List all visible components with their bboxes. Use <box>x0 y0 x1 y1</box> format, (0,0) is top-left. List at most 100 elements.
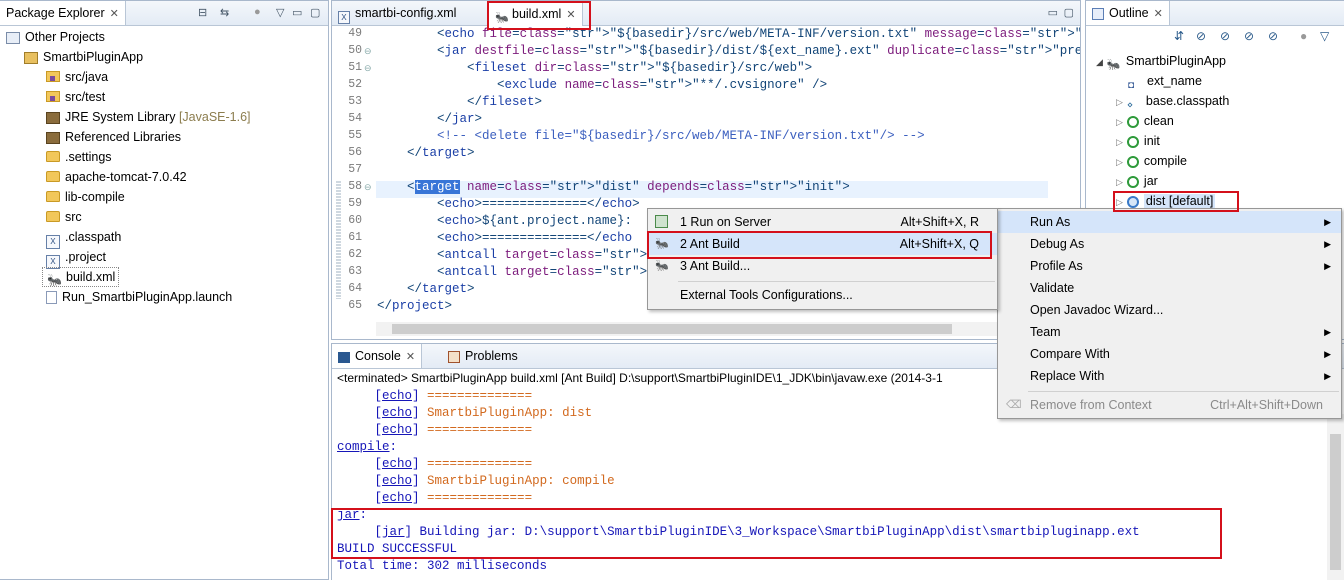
fold-toggle-icon[interactable]: ⊖ <box>364 46 372 57</box>
tab-problems[interactable]: Problems <box>442 344 524 368</box>
fold-toggle-icon[interactable]: ⊖ <box>364 63 372 74</box>
outline-tabbar: Outline ✕ <box>1086 1 1344 26</box>
chevron-down-icon[interactable]: ▽ <box>1320 29 1329 43</box>
minimize-icon[interactable]: ▭ <box>1048 6 1058 19</box>
tab-smartbi-config[interactable]: Xsmartbi-config.xml <box>332 1 462 25</box>
outline-item-project[interactable]: ◢ 🐜 SmartbiPluginApp <box>1096 51 1226 71</box>
scrollbar-thumb[interactable] <box>392 324 952 334</box>
maximize-icon[interactable]: ▢ <box>310 6 320 19</box>
close-icon[interactable]: ✕ <box>1154 8 1163 20</box>
code-line: </jar> <box>377 112 483 126</box>
outline-item-ext-name[interactable]: ◘ ext_name <box>1128 71 1202 91</box>
tree-item-lib-compile[interactable]: lib-compile <box>46 187 125 207</box>
expand-arrow-icon[interactable]: ▷ <box>1116 197 1123 207</box>
outline-item-clean[interactable]: ▷ clean <box>1116 111 1174 131</box>
menu-item-label: Validate <box>1030 281 1075 295</box>
tree-item-src[interactable]: src <box>46 207 82 227</box>
tree-item-label: JRE System Library <box>65 110 176 124</box>
code-line: <echo>==============</echo <box>377 231 633 245</box>
task-link[interactable]: echo <box>382 457 412 471</box>
tab-outline[interactable]: Outline ✕ <box>1086 1 1170 25</box>
menu-item-compare-with[interactable]: Compare With ▶ <box>998 343 1341 365</box>
hide-internal-icon[interactable]: ⊘ <box>1220 29 1230 43</box>
outline-item-label: clean <box>1143 114 1174 128</box>
outline-item-base-classpath[interactable]: ▷ ⋄ base.classpath <box>1116 91 1229 111</box>
tree-item-src-java[interactable]: src/java <box>46 67 108 87</box>
tab-label: Package Explorer <box>6 6 105 20</box>
expand-arrow-icon[interactable]: ▷ <box>1116 117 1123 127</box>
close-icon[interactable]: ✕ <box>566 9 575 21</box>
tree-item-referenced-libraries[interactable]: Referenced Libraries <box>46 127 181 147</box>
outline-item-jar[interactable]: ▷ jar <box>1116 171 1158 191</box>
task-link[interactable]: echo <box>382 406 412 420</box>
horizontal-scrollbar[interactable] <box>376 322 1080 336</box>
tab-package-explorer[interactable]: Package Explorer ✕ <box>0 1 126 25</box>
scrollbar-thumb[interactable] <box>1330 434 1341 570</box>
chevron-down-icon[interactable]: ▽ <box>276 6 284 19</box>
tree-item-tomcat[interactable]: apache-tomcat-7.0.42 <box>46 167 187 187</box>
menu-item-remove-from-context[interactable]: ⌫ Remove from Context Ctrl+Alt+Shift+Down <box>998 394 1341 416</box>
target-link[interactable]: jar <box>337 508 360 522</box>
path-icon: ⋄ <box>1126 100 1134 111</box>
console-line: jar: <box>337 508 368 522</box>
hide-fields-icon[interactable]: ⊘ <box>1196 29 1206 43</box>
menu-item-run-on-server[interactable]: 1 Run on Server Alt+Shift+X, R <box>648 211 997 233</box>
expand-arrow-icon[interactable]: ▷ <box>1116 97 1123 107</box>
filter-icon[interactable]: ⊘ <box>1268 29 1278 43</box>
vertical-scrollbar[interactable] <box>1327 414 1344 580</box>
minimize-icon[interactable]: ▭ <box>292 6 302 19</box>
close-icon[interactable]: ✕ <box>110 8 119 20</box>
menu-item-validate[interactable]: Validate <box>998 277 1341 299</box>
code-line: <echo>==============</echo> <box>377 197 640 211</box>
target-link[interactable]: compile <box>337 440 390 454</box>
line-number: 50 <box>348 44 362 57</box>
tree-item-build-xml[interactable]: 🐜 build.xml <box>42 267 120 287</box>
expand-arrow-icon[interactable]: ◢ <box>1096 57 1103 67</box>
outline-toolbar: ⇵ ⊘ ⊘ ⊘ ⊘ ● ▽ <box>1174 29 1344 49</box>
maximize-icon[interactable]: ▢ <box>1064 6 1074 19</box>
menu-item-open-javadoc-wizard[interactable]: Open Javadoc Wizard... <box>998 299 1341 321</box>
expand-arrow-icon[interactable]: ▷ <box>1116 177 1123 187</box>
menu-item-debug-as[interactable]: Debug As ▶ <box>998 233 1341 255</box>
task-link[interactable]: echo <box>382 389 412 403</box>
tree-item-label: Run_SmartbiPluginApp.launch <box>62 290 233 304</box>
tab-build-xml[interactable]: 🐜 build.xml ✕ <box>488 1 583 26</box>
tree-item-project[interactable]: SmartbiPluginApp <box>24 47 143 67</box>
task-link[interactable]: echo <box>382 474 412 488</box>
outline-item-label: jar <box>1143 174 1158 188</box>
menu-item-profile-as[interactable]: Profile As ▶ <box>998 255 1341 277</box>
link-with-editor-icon[interactable]: ⇆ <box>220 6 229 19</box>
tree-item-launch[interactable]: Run_SmartbiPluginApp.launch <box>46 287 232 307</box>
tree-item-jre-library[interactable]: JRE System Library [JavaSE-1.6] <box>46 107 251 127</box>
task-link[interactable]: jar <box>382 525 405 539</box>
menu-item-team[interactable]: Team ▶ <box>998 321 1341 343</box>
tree-item-src-test[interactable]: src/test <box>46 87 105 107</box>
menu-item-external-tools[interactable]: External Tools Configurations... <box>648 284 997 306</box>
tree-item-project-file[interactable]: X .project <box>46 247 106 269</box>
expand-arrow-icon[interactable]: ▷ <box>1116 157 1123 167</box>
close-icon[interactable]: ✕ <box>406 351 415 363</box>
expand-arrow-icon[interactable]: ▷ <box>1116 137 1123 147</box>
tree-item-settings[interactable]: .settings <box>46 147 112 167</box>
console-line: [echo] SmartbiPluginApp: compile <box>337 474 615 488</box>
menu-item-replace-with[interactable]: Replace With ▶ <box>998 365 1341 387</box>
source-folder-icon <box>46 71 60 82</box>
outline-item-init[interactable]: ▷ init <box>1116 131 1160 151</box>
menu-item-run-as[interactable]: Run As ▶ <box>998 211 1341 233</box>
line-number: 52 <box>348 78 362 91</box>
menu-item-ant-build[interactable]: 🐜 2 Ant Build Alt+Shift+X, Q <box>648 233 997 255</box>
task-link[interactable]: echo <box>382 491 412 505</box>
tree-item-classpath[interactable]: X .classpath <box>46 227 121 249</box>
collapse-all-icon[interactable]: ⊟ <box>198 6 207 19</box>
tree-item-other-projects[interactable]: Other Projects <box>6 27 105 47</box>
tab-console[interactable]: Console ✕ <box>332 344 423 368</box>
view-menu-icon[interactable]: ● <box>1300 29 1307 43</box>
tree-item-label: Other Projects <box>25 30 105 44</box>
sort-icon[interactable]: ⇵ <box>1174 29 1184 43</box>
menu-item-ant-build-dialog[interactable]: 🐜 3 Ant Build... <box>648 255 997 277</box>
hide-imported-icon[interactable]: ⊘ <box>1244 29 1254 43</box>
outline-item-compile[interactable]: ▷ compile <box>1116 151 1187 171</box>
view-menu-icon[interactable]: ● <box>254 6 261 18</box>
fold-toggle-icon[interactable]: ⊖ <box>364 182 372 193</box>
task-link[interactable]: echo <box>382 423 412 437</box>
